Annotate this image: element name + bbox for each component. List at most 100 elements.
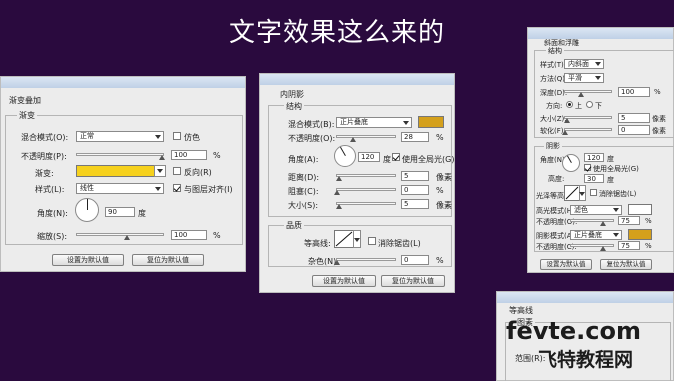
size-slider-thumb[interactable] xyxy=(564,118,570,123)
opacity-slider-thumb[interactable] xyxy=(159,155,165,160)
size-input[interactable]: 5 xyxy=(618,113,650,123)
shadow-color-swatch[interactable] xyxy=(418,116,444,128)
gradient-dropdown[interactable] xyxy=(154,165,166,177)
group-legend: 结构 xyxy=(546,46,564,56)
angle-dial[interactable] xyxy=(75,198,99,222)
choke-label: 阻塞(C): xyxy=(288,187,319,196)
size-slider[interactable] xyxy=(336,202,396,205)
opacity-slider[interactable] xyxy=(76,153,164,156)
highlight-color-swatch[interactable] xyxy=(628,204,652,215)
watermark-site-name: 飞特教程网 xyxy=(538,349,634,371)
soften-slider[interactable] xyxy=(564,128,612,131)
depth-slider[interactable] xyxy=(564,90,612,93)
opacity-unit: % xyxy=(213,151,221,160)
angle-input[interactable]: 120 xyxy=(358,152,380,162)
blend-mode-select[interactable]: 正常 xyxy=(76,131,164,142)
contour-dropdown[interactable] xyxy=(353,230,361,248)
panel-header: 渐变叠加 xyxy=(9,96,41,105)
shadow-mode-select[interactable]: 正片叠底 xyxy=(570,230,622,240)
shadow-color-swatch[interactable] xyxy=(628,229,652,240)
panel-top-bar xyxy=(497,292,673,303)
make-default-button[interactable]: 设置为默认值 xyxy=(52,254,124,266)
distance-slider-thumb[interactable] xyxy=(336,176,342,181)
gradient-swatch[interactable] xyxy=(76,165,156,177)
distance-label: 距离(D): xyxy=(288,173,320,182)
direction-down-radio[interactable] xyxy=(586,101,593,108)
altitude-input[interactable]: 30 xyxy=(584,174,604,183)
choke-slider-thumb[interactable] xyxy=(334,190,340,195)
scale-label: 缩放(S): xyxy=(37,232,68,241)
opacity-slider[interactable] xyxy=(336,135,396,138)
highlight-opacity-input[interactable]: 75 xyxy=(618,216,640,225)
highlight-mode-select[interactable]: 滤色 xyxy=(570,205,622,215)
reverse-checkbox[interactable] xyxy=(173,167,181,175)
style-label: 样式(T): xyxy=(540,61,567,69)
blend-mode-label: 混合模式(B): xyxy=(288,120,335,129)
angle-unit: 度 xyxy=(138,209,146,218)
choke-input[interactable]: 0 xyxy=(401,185,429,195)
soften-slider-thumb[interactable] xyxy=(562,130,568,135)
scale-slider-thumb[interactable] xyxy=(124,235,130,240)
reset-to-default-button[interactable]: 复位为默认值 xyxy=(600,259,652,270)
contour-label: 等高线: xyxy=(304,239,331,248)
angle-dial[interactable] xyxy=(562,154,580,172)
distance-slider[interactable] xyxy=(336,174,396,177)
inner-shadow-panel: 内阴影 结构 混合模式(B): 正片叠底 不透明度(O): 28 % 角度(A)… xyxy=(259,73,455,293)
reset-to-default-button[interactable]: 复位为默认值 xyxy=(381,275,445,287)
gloss-contour-dropdown[interactable] xyxy=(579,185,586,201)
make-default-button[interactable]: 设置为默认值 xyxy=(540,259,592,270)
panel-header: 内阴影 xyxy=(280,90,304,99)
choke-slider[interactable] xyxy=(336,188,396,191)
distance-input[interactable]: 5 xyxy=(401,171,429,181)
size-input[interactable]: 5 xyxy=(401,199,429,209)
anti-aliased-checkbox[interactable] xyxy=(368,237,376,245)
opacity-unit: % xyxy=(436,133,444,142)
noise-input[interactable]: 0 xyxy=(401,255,429,265)
shadow-opacity-input[interactable]: 75 xyxy=(618,241,640,250)
noise-slider-thumb[interactable] xyxy=(334,260,340,265)
angle-unit: 度 xyxy=(607,155,614,163)
scale-input[interactable]: 100 xyxy=(171,230,207,240)
use-global-light-checkbox[interactable] xyxy=(392,153,400,161)
opacity-slider-thumb[interactable] xyxy=(350,137,356,142)
make-default-button[interactable]: 设置为默认值 xyxy=(312,275,376,287)
gloss-contour-picker[interactable] xyxy=(564,185,580,201)
bevel-emboss-panel: 斜面和浮雕 结构 样式(T): 内斜面 方法(Q): 平滑 深度(D): 100… xyxy=(527,27,674,273)
blend-mode-select[interactable]: 正片叠底 xyxy=(336,117,412,128)
opacity-input[interactable]: 100 xyxy=(171,150,207,160)
style-select[interactable]: 内斜面 xyxy=(564,59,604,69)
shadow-opacity-slider[interactable] xyxy=(570,244,614,247)
direction-up-radio[interactable] xyxy=(566,101,573,108)
align-with-layer-checkbox[interactable] xyxy=(173,184,181,192)
highlight-opacity-slider[interactable] xyxy=(570,219,614,222)
style-select[interactable]: 线性 xyxy=(76,183,164,194)
scale-slider[interactable] xyxy=(76,233,164,236)
use-global-light-label: 使用全局光(G) xyxy=(402,155,455,164)
depth-input[interactable]: 100 xyxy=(618,87,650,97)
altitude-unit: 度 xyxy=(607,176,614,184)
direction-label: 方向: xyxy=(546,102,563,110)
reverse-label: 反向(R) xyxy=(184,168,212,177)
size-slider-thumb[interactable] xyxy=(336,204,342,209)
opacity-input[interactable]: 28 xyxy=(401,132,429,142)
reset-to-default-button[interactable]: 复位为默认值 xyxy=(132,254,204,266)
angle-input[interactable]: 90 xyxy=(105,207,135,217)
direction-up-label: 上 xyxy=(575,102,582,110)
altitude-label: 高度: xyxy=(548,175,565,183)
technique-select[interactable]: 平滑 xyxy=(564,73,604,83)
dither-checkbox[interactable] xyxy=(173,132,181,140)
soften-input[interactable]: 0 xyxy=(618,125,650,135)
use-global-light-checkbox[interactable] xyxy=(584,164,591,171)
contour-picker[interactable] xyxy=(334,230,354,248)
highlight-opacity-slider-thumb[interactable] xyxy=(600,221,606,226)
shadow-opacity-slider-thumb[interactable] xyxy=(600,246,606,251)
anti-aliased-checkbox[interactable] xyxy=(590,189,597,196)
highlight-opacity-unit: % xyxy=(645,217,652,225)
distance-unit: 像素 xyxy=(436,173,452,182)
angle-input[interactable]: 120 xyxy=(584,153,604,162)
size-slider[interactable] xyxy=(564,116,612,119)
depth-slider-thumb[interactable] xyxy=(578,92,584,97)
angle-dial[interactable] xyxy=(334,145,356,167)
blend-mode-label: 混合模式(O): xyxy=(21,133,69,142)
noise-slider[interactable] xyxy=(336,258,396,261)
